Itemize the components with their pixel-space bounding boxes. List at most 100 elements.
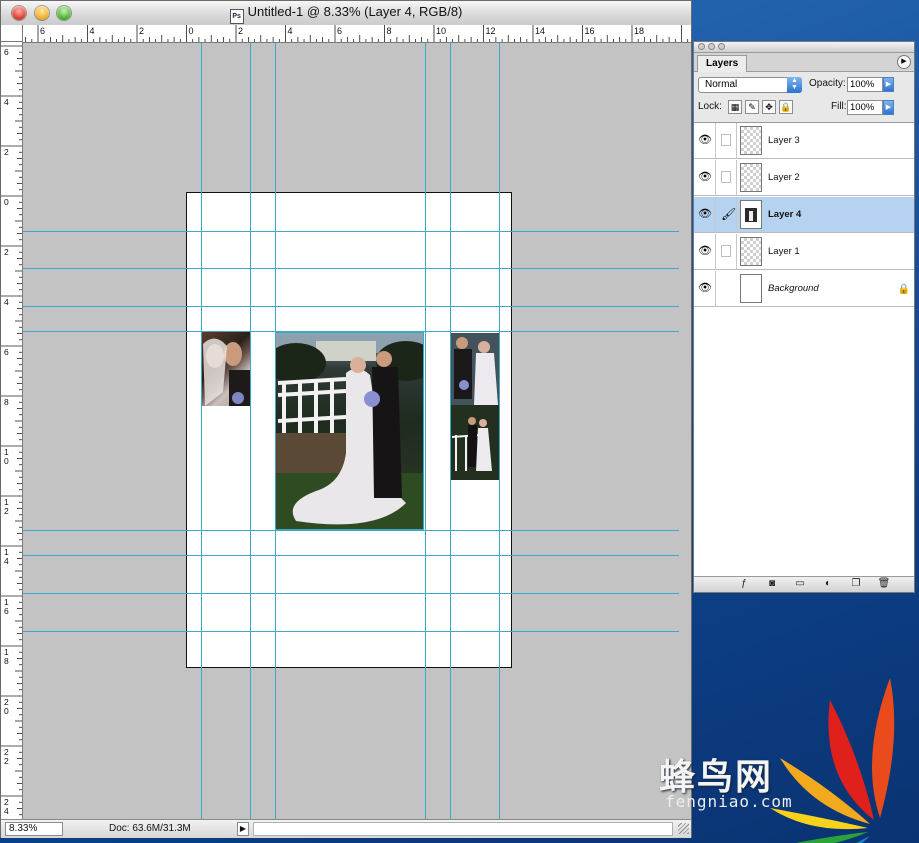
lock-image-brush-icon[interactable]: ✎ [745,100,759,114]
photo-couple-portraits[interactable] [450,333,499,480]
trash-icon[interactable]: 🗑 [876,578,892,590]
layer-row-layer-1[interactable]: 👁 Layer 1 [694,234,914,270]
layer-thumbnail [740,200,762,229]
ruler-label: 6 [337,26,343,36]
horizontal-scrollbar[interactable] [253,822,673,836]
guide-horizontal[interactable] [23,555,679,556]
adjustment-layer-icon[interactable]: ◐ [820,578,836,590]
zoom-level-field[interactable]: 8.33% [5,822,63,836]
layer-name: Background [768,283,819,294]
ruler-label: 6 [4,47,9,57]
guide-vertical[interactable] [250,43,251,819]
ruler-label: 16 [584,26,595,36]
ruler-label: 4 [89,26,95,36]
blend-mode-value: Normal [705,79,738,90]
layers-panel: Layers ▶ Normal ▲ ▼ Opacity: 100% ▶ Lock:… [693,41,915,593]
ruler-label: 8 [386,26,392,36]
guide-horizontal[interactable] [23,268,679,269]
ruler-label: 4 [4,297,9,307]
opacity-field[interactable]: 100% [847,77,883,92]
lock-position-move-icon[interactable]: ✥ [762,100,776,114]
fill-slider-arrow-icon[interactable]: ▶ [883,100,894,115]
ruler-label: 2 [4,147,9,157]
ruler-label: 6 [40,26,46,36]
layer-row-layer-3[interactable]: 👁 Layer 3 [694,123,914,159]
ruler-label: 4 [287,26,293,36]
panel-minimize-button[interactable] [708,43,715,50]
layer-link-box[interactable] [721,171,731,183]
layer-row-layer-2[interactable]: 👁 Layer 2 [694,160,914,196]
layer-thumbnail [740,274,762,303]
lock-all-padlock-icon[interactable]: 🔒 [779,100,793,114]
layer-4-thumbnail-image [745,208,757,222]
panel-zoom-button[interactable] [718,43,725,50]
ruler-vertical[interactable]: 642024681012141618202224 [1,42,23,819]
layer-thumbnail [740,163,762,192]
layer-link-box[interactable] [721,245,731,257]
fill-label: Fill: [831,101,847,112]
blend-mode-select[interactable]: Normal ▲ ▼ [698,77,802,93]
photo-couple-kiss[interactable] [201,332,250,406]
panel-close-button[interactable] [698,43,705,50]
layer-name: Layer 2 [768,172,800,183]
layers-panel-toolbar: ƒ ◙ ▭ ◐ ❐ 🗑 [694,576,914,592]
opacity-slider-arrow-icon[interactable]: ▶ [883,77,894,92]
canvas-area[interactable] [23,43,691,819]
ruler-label: 18 [4,647,9,666]
guide-vertical[interactable] [275,43,276,819]
eye-visibility-icon[interactable]: 👁 [698,283,712,294]
padlock-icon: 🔒 [897,284,910,295]
guide-horizontal[interactable] [23,231,679,232]
ruler-label: 8 [4,397,9,407]
guide-vertical[interactable] [450,43,451,819]
fill-field[interactable]: 100% [847,100,883,115]
new-group-folder-icon[interactable]: ▭ [792,578,808,590]
document-title-wrap: Ps Untitled-1 @ 8.33% (Layer 4, RGB/8) [1,4,691,24]
document-title: Untitled-1 @ 8.33% (Layer 4, RGB/8) [247,4,463,19]
guide-vertical[interactable] [201,43,202,819]
updown-arrows-icon: ▲ ▼ [787,77,802,93]
guide-horizontal[interactable] [23,331,679,332]
layer-mask-icon[interactable]: ◙ [764,578,780,590]
ruler-label: 4 [4,97,9,107]
guide-horizontal[interactable] [23,631,679,632]
ruler-origin[interactable] [1,25,23,42]
photo-couple-kiss-image [203,338,250,406]
document-window: Ps Untitled-1 @ 8.33% (Layer 4, RGB/8) 6 4… [0,0,692,838]
guide-horizontal[interactable] [23,530,679,531]
photo-wedding-couple-image [276,333,423,529]
panel-menu-button[interactable]: ▶ [897,55,911,69]
paintbrush-icon: 🖌 [721,207,737,221]
photo-couple-portraits-image [450,333,499,480]
ruler-label: 0 [4,197,9,207]
layer-name: Layer 4 [768,209,802,220]
document-titlebar[interactable]: Ps Untitled-1 @ 8.33% (Layer 4, RGB/8) [1,1,691,26]
guide-vertical[interactable] [499,43,500,819]
eye-visibility-icon[interactable]: 👁 [698,209,712,220]
photo-wedding-couple[interactable] [275,332,424,530]
layer-link-box[interactable] [721,134,731,146]
ruler-horizontal[interactable]: 6 4 2 0 2 4 6 8 10 12 14 16 18 [23,25,691,43]
guide-horizontal[interactable] [23,306,679,307]
layer-style-icon[interactable]: ƒ [736,578,752,590]
ruler-label: 2 [238,26,244,36]
lock-transparency-icon[interactable]: ▦ [728,100,742,114]
tab-layers[interactable]: Layers [697,55,748,72]
eye-visibility-icon[interactable]: 👁 [698,246,712,257]
eye-visibility-icon[interactable]: 👁 [698,172,712,183]
new-layer-icon[interactable]: ❐ [848,578,864,590]
layer-name: Layer 1 [768,246,800,257]
guide-vertical[interactable] [425,43,426,819]
layers-panel-titlebar[interactable] [694,42,914,53]
eye-visibility-icon[interactable]: 👁 [698,135,712,146]
layer-row-layer-4[interactable]: 👁 🖌 Layer 4 [694,197,914,233]
status-menu-arrow-icon[interactable]: ▶ [237,822,249,836]
guide-horizontal[interactable] [23,593,679,594]
layer-list: 👁 Layer 3 👁 Layer 2 👁 🖌 Layer 4 👁 Layer … [694,122,914,580]
ruler-label: 16 [4,597,9,616]
layer-row-background[interactable]: 👁 Background 🔒 [694,271,914,307]
ruler-label: 12 [485,26,496,36]
ruler-label: 14 [4,547,9,566]
ruler-label: 2 [4,247,9,257]
ruler-label: 0 [188,26,194,36]
